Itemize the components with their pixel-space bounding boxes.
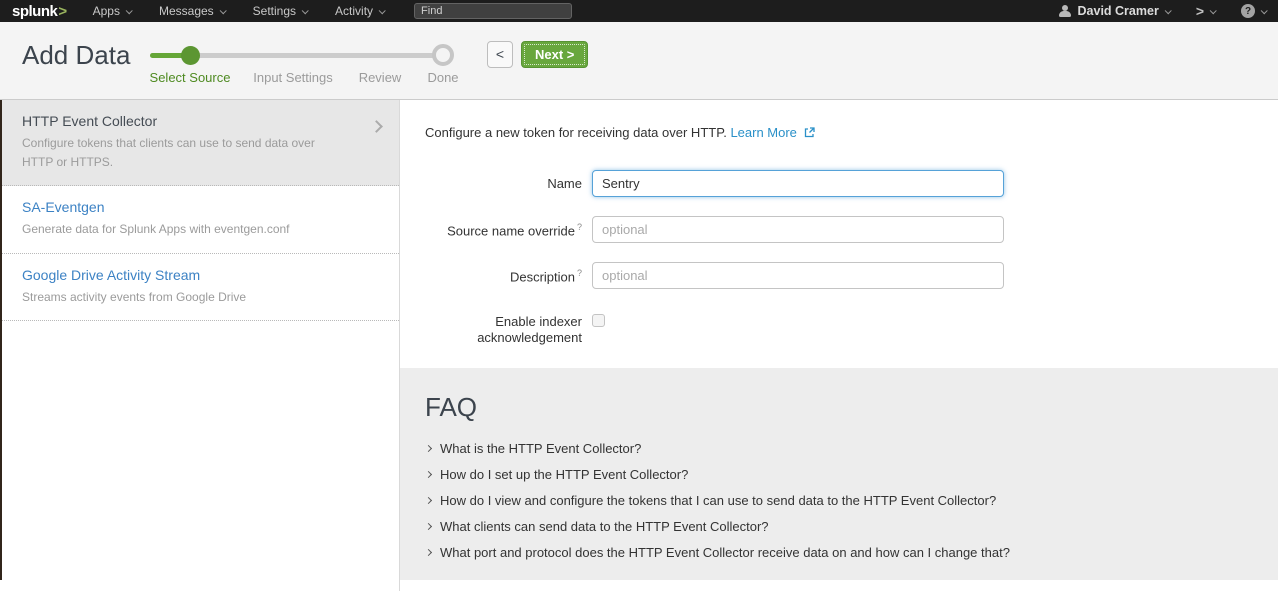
nav-apps-label: Apps <box>93 4 120 18</box>
step-review: Review <box>359 70 402 85</box>
faq-question-text: How do I set up the HTTP Event Collector… <box>440 467 688 482</box>
learn-more-link[interactable]: Learn More <box>730 125 796 140</box>
nav-messages-label: Messages <box>159 4 214 18</box>
caret-down-icon <box>1261 7 1268 14</box>
nav-apps-menu[interactable]: Apps <box>93 4 131 18</box>
find-search-input[interactable] <box>414 3 572 19</box>
sidebar-item-title: HTTP Event Collector <box>22 113 349 129</box>
name-label: Name <box>400 170 592 197</box>
external-link-icon <box>804 127 815 138</box>
chevron-right-icon <box>425 444 432 451</box>
splunk-logo-chevron-icon: > <box>58 3 66 20</box>
stepper-current-dot <box>181 46 200 65</box>
help-tooltip-icon[interactable]: ? <box>577 268 582 278</box>
page-header: Add Data Select Source Input Settings Re… <box>0 22 1278 100</box>
topbar-right: David Cramer > ? <box>1059 3 1266 19</box>
indexer-ack-row: Enable indexer acknowledgement <box>400 308 1004 347</box>
nav-messages-menu[interactable]: Messages <box>159 4 225 18</box>
faq-question[interactable]: What is the HTTP Event Collector? <box>425 435 1253 461</box>
faq-question[interactable]: How do I view and configure the tokens t… <box>425 487 1253 513</box>
source-name-override-row: Source name override? <box>400 216 1004 243</box>
chevron-right-icon <box>370 120 383 133</box>
name-label-text: Name <box>547 176 582 191</box>
caret-down-icon <box>1164 7 1171 14</box>
splunk-logo[interactable]: splunk > <box>12 3 67 20</box>
faq-question-text: What port and protocol does the HTTP Eve… <box>440 545 1010 560</box>
caret-down-icon <box>1210 7 1217 14</box>
faq-question[interactable]: What clients can send data to the HTTP E… <box>425 513 1253 539</box>
stepper-done-circle <box>432 44 454 66</box>
faq-question-text: What is the HTTP Event Collector? <box>440 441 641 456</box>
name-input[interactable] <box>592 170 1004 197</box>
chevron-right-icon <box>425 470 432 477</box>
chevron-right-icon <box>425 496 432 503</box>
step-done: Done <box>427 70 458 85</box>
source-name-override-input[interactable] <box>592 216 1004 243</box>
indexer-ack-checkbox[interactable] <box>592 314 605 327</box>
step-input-settings: Input Settings <box>253 70 333 85</box>
sidebar-item-google-drive[interactable]: Google Drive Activity Stream Streams act… <box>0 254 399 322</box>
content-area: HTTP Event Collector Configure tokens th… <box>0 100 1278 591</box>
page-title: Add Data <box>22 40 130 71</box>
nav-settings-label: Settings <box>253 4 296 18</box>
faq-section: FAQ What is the HTTP Event Collector? Ho… <box>400 368 1278 580</box>
token-form: Configure a new token for receiving data… <box>400 100 1278 368</box>
nav-settings-menu[interactable]: Settings <box>253 4 307 18</box>
chevron-right-icon <box>425 522 432 529</box>
description-row: Description? <box>400 262 1004 289</box>
help-icon[interactable]: ? <box>1241 4 1255 18</box>
caret-down-icon <box>219 7 226 14</box>
back-button[interactable]: < <box>487 41 513 68</box>
nav-activity-menu[interactable]: Activity <box>335 4 384 18</box>
description-label: Description? <box>400 262 592 289</box>
source-name-override-label-text: Source name override <box>447 223 575 238</box>
faq-question-text: What clients can send data to the HTTP E… <box>440 519 769 534</box>
caret-down-icon <box>379 7 386 14</box>
sidebar-item-description: Streams activity events from Google Driv… <box>22 288 349 307</box>
help-tooltip-icon[interactable]: ? <box>577 222 582 232</box>
splunk-bar-chevron-icon[interactable]: > <box>1196 3 1204 19</box>
sidebar-item-description: Configure tokens that clients can use to… <box>22 134 349 171</box>
description-input[interactable] <box>592 262 1004 289</box>
topbar-nav: Apps Messages Settings Activity <box>93 4 412 18</box>
faq-question-text: How do I view and configure the tokens t… <box>440 493 996 508</box>
chevron-right-icon <box>425 548 432 555</box>
sidebar-item-http-event-collector[interactable]: HTTP Event Collector Configure tokens th… <box>0 100 399 186</box>
source-name-override-label: Source name override? <box>400 216 592 243</box>
nav-activity-label: Activity <box>335 4 373 18</box>
splunk-logo-text: splunk <box>12 3 57 20</box>
sidebar-item-title: SA-Eventgen <box>22 199 349 215</box>
topbar: splunk > Apps Messages Settings Activity… <box>0 0 1278 22</box>
caret-down-icon <box>126 7 133 14</box>
left-edge-strip <box>0 100 2 580</box>
sidebar-item-sa-eventgen[interactable]: SA-Eventgen Generate data for Splunk App… <box>0 186 399 254</box>
faq-title: FAQ <box>425 392 1253 423</box>
sidebar-item-title: Google Drive Activity Stream <box>22 267 349 283</box>
form-rows: Name Source name override? Description? … <box>400 170 1004 366</box>
source-sidebar: HTTP Event Collector Configure tokens th… <box>0 100 400 591</box>
intro-text: Configure a new token for receiving data… <box>425 125 815 140</box>
sidebar-item-description: Generate data for Splunk Apps with event… <box>22 220 349 239</box>
indexer-ack-label: Enable indexer acknowledgement <box>400 308 592 347</box>
faq-question[interactable]: How do I set up the HTTP Event Collector… <box>425 461 1253 487</box>
name-row: Name <box>400 170 1004 197</box>
user-icon <box>1059 5 1072 17</box>
next-button[interactable]: Next > <box>521 41 588 68</box>
step-select-source: Select Source <box>150 70 231 85</box>
caret-down-icon <box>302 7 309 14</box>
description-label-text: Description <box>510 269 575 284</box>
intro-sentence: Configure a new token for receiving data… <box>425 125 727 140</box>
main-panel: Configure a new token for receiving data… <box>400 100 1278 591</box>
user-menu-label[interactable]: David Cramer <box>1078 4 1159 18</box>
faq-question[interactable]: What port and protocol does the HTTP Eve… <box>425 539 1253 565</box>
